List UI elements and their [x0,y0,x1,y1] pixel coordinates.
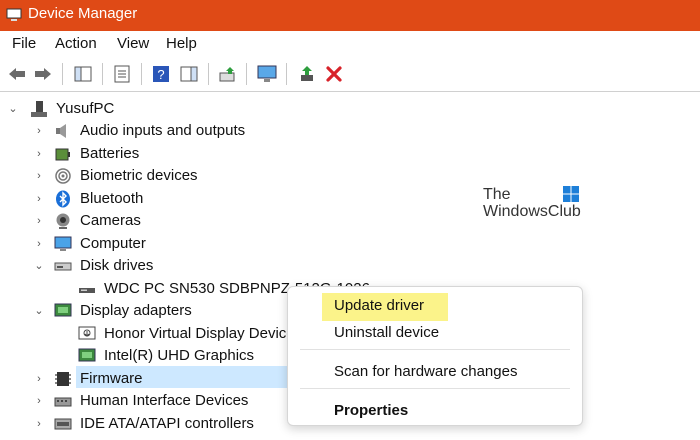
menu-divider [300,349,570,350]
tree-item-bluetooth[interactable]: › Bluetooth [0,188,700,210]
enable-device-button[interactable] [297,63,319,85]
tree-item-label: Intel(R) UHD Graphics [104,347,255,364]
tree-item-label: Display adapters [80,302,192,319]
tree-item-label: Honor Virtual Display Device [104,325,295,342]
tree-item-cameras[interactable]: › Cameras [0,210,700,232]
console-tree-icon [74,66,92,82]
hid-icon [54,397,72,407]
watermark: The WindowsClub [483,186,593,226]
update-driver-icon [219,67,235,82]
tree-item-computer[interactable]: › Computer [0,233,700,255]
tree-item-label: Computer [80,235,146,252]
title-bar: Device Manager [0,0,700,31]
properties-icon [114,65,130,83]
properties-button[interactable] [111,63,133,85]
red-x-icon [326,66,342,82]
tree-item-disk-drives[interactable]: ⌄ Disk drives [0,255,700,277]
display-adapter-icon [54,303,72,317]
help-icon: ? [153,66,169,82]
svg-text:?: ? [157,67,164,82]
toolbar: ? [0,57,700,92]
menu-action[interactable]: Action [55,35,97,52]
tree-item-label: Bluetooth [80,190,144,207]
window-title: Device Manager [28,5,138,22]
action-pane-icon [180,66,198,82]
chevron-right-icon[interactable]: › [34,417,44,431]
display-device-icon [78,348,96,362]
menu-bar: File Action View Help [0,31,700,57]
chevron-right-icon[interactable]: › [34,214,44,228]
scan-hardware-button[interactable] [256,63,278,85]
computer-icon [54,236,72,251]
fingerprint-icon [55,168,71,184]
watermark-line1: The [483,186,511,203]
tree-item-label: Cameras [80,212,141,229]
show-hide-console-tree-button[interactable] [72,63,94,85]
bluetooth-icon [56,190,70,208]
monitor-scan-icon [257,65,277,82]
chevron-right-icon[interactable]: › [34,124,44,138]
back-button[interactable] [6,63,28,85]
device-manager-icon [6,8,22,21]
windows-logo-icon [563,186,579,202]
tree-root-label: YusufPC [56,100,115,117]
tree-item-label: IDE ATA/ATAPI controllers [80,415,254,432]
tree-item-batteries[interactable]: › Batteries [0,143,700,165]
chevron-right-icon[interactable]: › [34,147,44,161]
action-pane-button[interactable] [178,63,200,85]
update-driver-button[interactable] [217,63,239,85]
tree-item-label: Disk drives [80,257,154,274]
watermark-line2: WindowsClub [483,203,581,220]
chevron-right-icon[interactable]: › [34,169,44,183]
menu-divider [300,388,570,389]
menu-help[interactable]: Help [166,35,197,52]
context-menu: Update driver Uninstall device Scan for … [287,286,583,426]
tree-item-label: Biometric devices [80,167,198,184]
battery-icon [55,148,70,161]
chevron-right-icon[interactable]: › [34,192,44,206]
tree-item-label: Batteries [80,145,140,162]
menu-view[interactable]: View [117,35,149,52]
menu-file[interactable]: File [12,35,36,52]
camera-icon [56,213,70,229]
display-device-icon [78,326,96,340]
chevron-right-icon[interactable]: › [34,237,44,251]
arrow-left-icon [9,68,25,80]
chevron-down-icon[interactable]: ⌄ [34,259,44,273]
help-button[interactable]: ? [150,63,172,85]
computer-root-icon [31,101,47,117]
ide-controller-icon [54,418,72,430]
tree-item-audio[interactable]: › Audio inputs and outputs [0,120,700,142]
speaker-icon [56,124,66,138]
tree-root[interactable]: ⌄ YusufPC [0,98,700,120]
chevron-right-icon[interactable]: › [34,372,44,386]
menu-item-uninstall-device[interactable]: Uninstall device [334,324,439,341]
arrow-right-icon [35,68,51,80]
menu-item-properties[interactable]: Properties [334,402,408,419]
tree-item-label: Audio inputs and outputs [80,122,246,139]
tree-item-label: Human Interface Devices [80,392,249,409]
enable-device-icon [301,66,313,81]
uninstall-device-button[interactable] [323,63,345,85]
tree-item-biometric[interactable]: › Biometric devices [0,165,700,187]
disk-drive-icon [54,262,72,271]
menu-item-scan-hardware[interactable]: Scan for hardware changes [334,363,517,380]
chevron-down-icon[interactable]: ⌄ [8,102,18,116]
forward-button[interactable] [32,63,54,85]
chevron-right-icon[interactable]: › [34,394,44,408]
tree-item-label: Firmware [80,370,143,387]
firmware-icon [55,372,71,386]
chevron-down-icon[interactable]: ⌄ [34,304,44,318]
disk-icon [79,288,95,293]
menu-item-update-driver[interactable]: Update driver [334,297,424,314]
